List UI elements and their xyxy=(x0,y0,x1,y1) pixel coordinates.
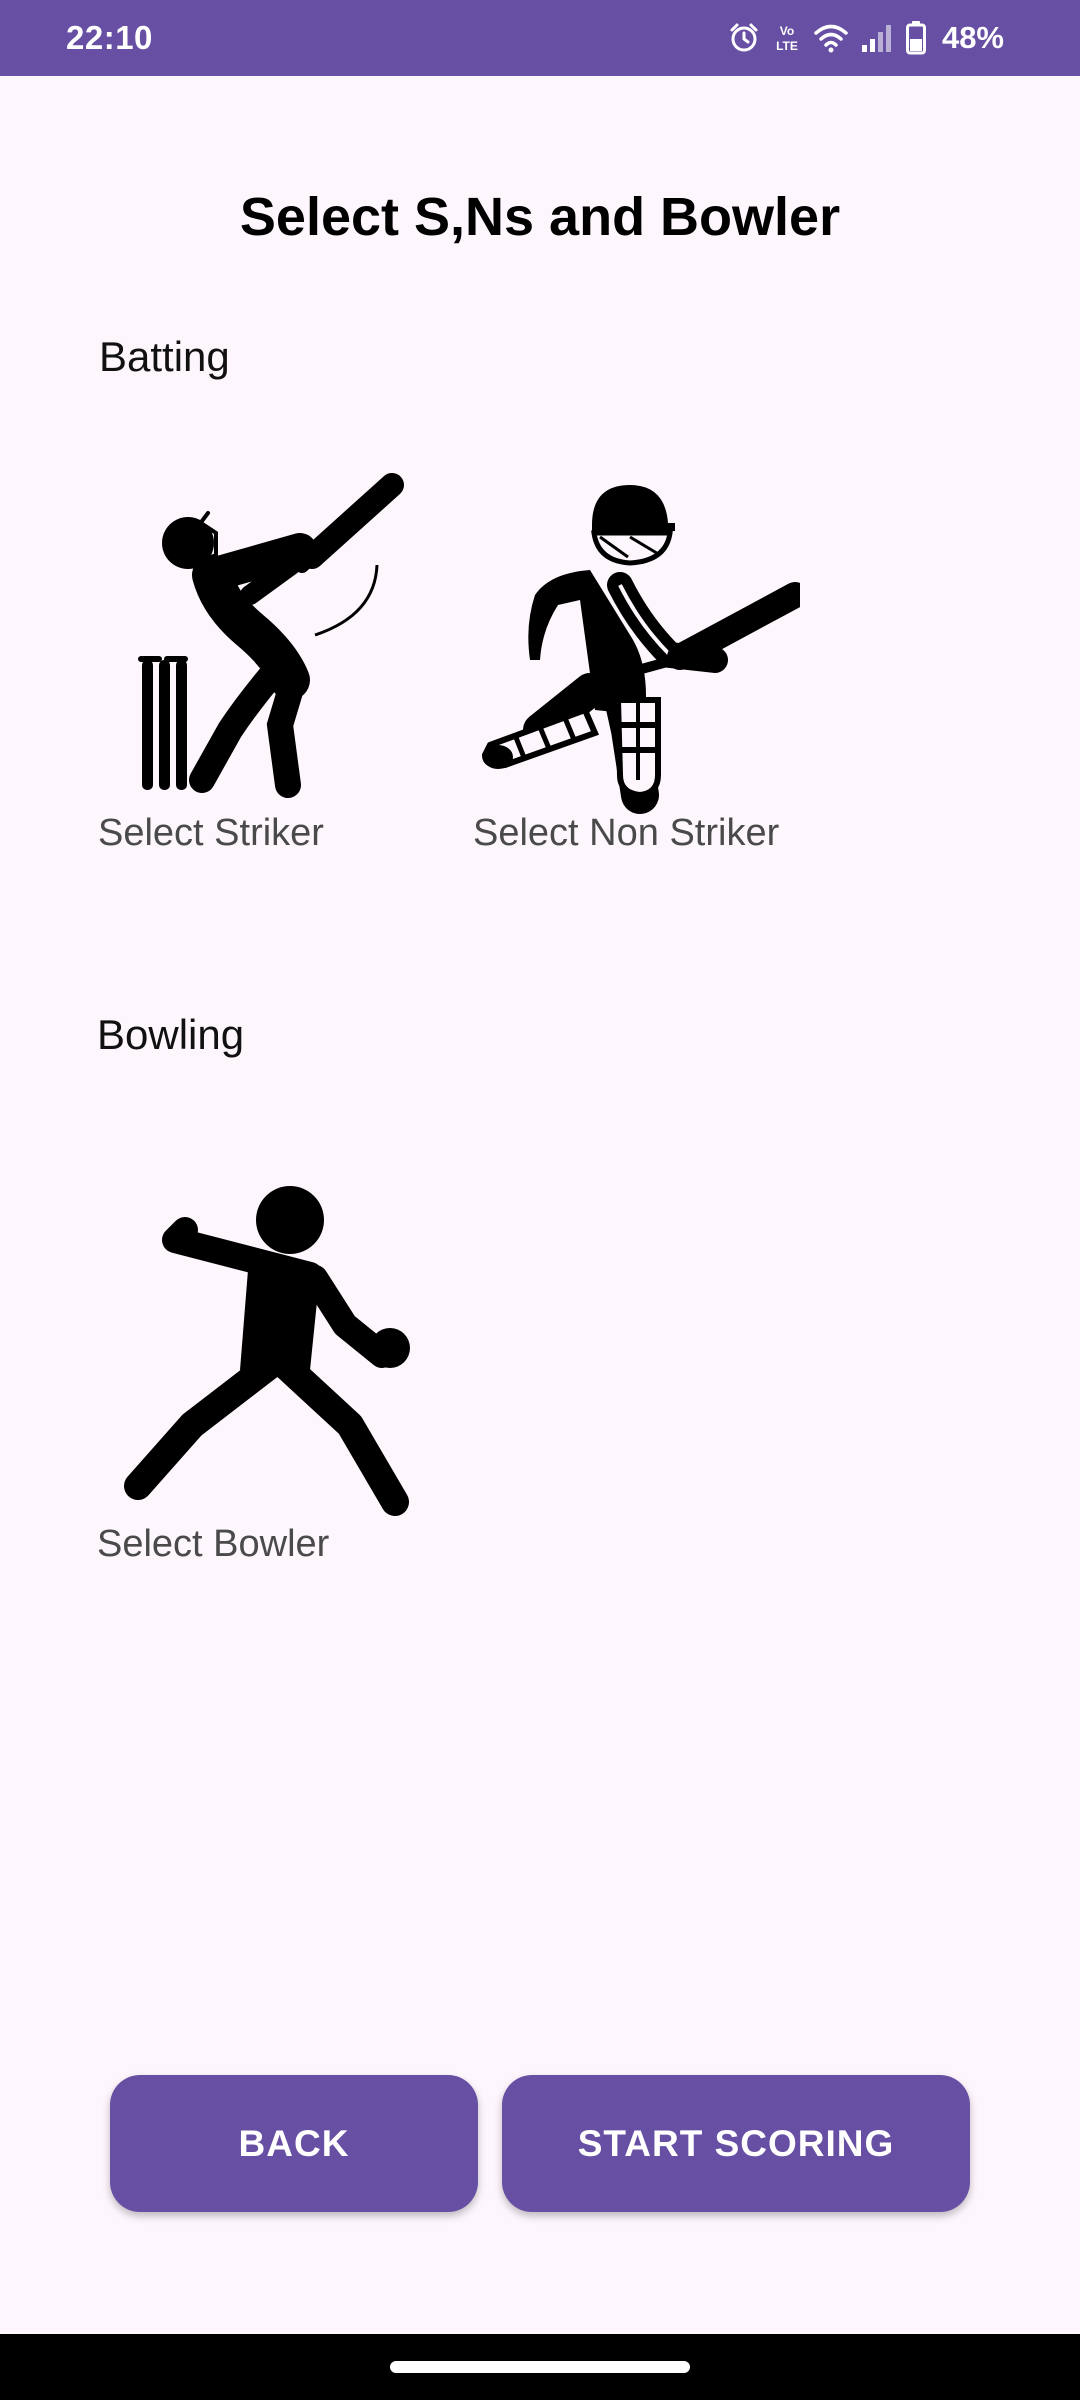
status-time: 22:10 xyxy=(66,19,153,56)
bowler-icon xyxy=(120,1180,420,1520)
select-bowler-card[interactable]: Select Bowler xyxy=(97,1180,420,1565)
svg-text:LTE: LTE xyxy=(776,39,798,53)
batting-section-label: Batting xyxy=(99,333,230,380)
battery-icon xyxy=(905,21,926,55)
start-scoring-button[interactable]: START SCORING xyxy=(502,2075,970,2212)
volte-icon: Vo LTE xyxy=(772,22,802,54)
select-striker-label: Select Striker xyxy=(98,812,324,854)
svg-text:Vo: Vo xyxy=(780,24,794,38)
select-non-striker-label: Select Non Striker xyxy=(473,812,780,854)
status-bar: 22:10 Vo LTE 48% xyxy=(0,0,1080,76)
page-title: Select S,Ns and Bowler xyxy=(239,187,841,247)
select-striker-card[interactable]: Select Striker xyxy=(98,465,410,854)
status-icons: Vo LTE 48% xyxy=(728,0,1004,76)
signal-icon xyxy=(860,23,894,53)
home-gesture-handle[interactable] xyxy=(390,2361,690,2373)
striker-batsman-icon xyxy=(130,465,410,815)
navigation-bar xyxy=(0,2334,1080,2400)
alarm-icon xyxy=(728,22,760,54)
non-striker-batsman-icon xyxy=(470,475,800,815)
back-button[interactable]: BACK xyxy=(110,2075,478,2212)
select-non-striker-card[interactable]: Select Non Striker xyxy=(470,475,800,854)
bowling-section-label: Bowling xyxy=(97,1011,245,1058)
select-bowler-label: Select Bowler xyxy=(97,1523,330,1565)
battery-percent: 48% xyxy=(941,20,1004,55)
wifi-icon xyxy=(814,23,848,53)
